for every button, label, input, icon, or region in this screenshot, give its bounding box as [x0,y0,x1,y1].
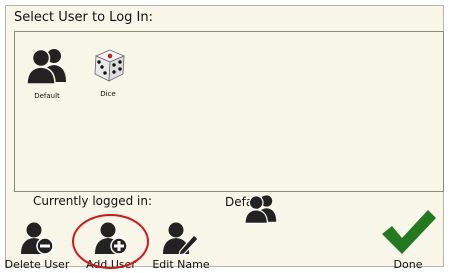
currently-logged-in-label: Currently logged in: [33,194,153,208]
done-button[interactable]: Done [376,206,440,271]
edit-name-button[interactable]: Edit Name [148,221,214,271]
delete-user-button[interactable]: Delete User [4,221,70,271]
edit-name-label: Edit Name [152,258,210,271]
user-item-dice[interactable]: Dice [76,44,140,98]
user-item-label: Default [34,92,60,100]
delete-user-label: Delete User [4,258,70,271]
highlight-circle [72,214,149,269]
current-user-icon [242,193,280,229]
user-item-default[interactable]: Default [15,46,79,100]
user-icon [25,48,69,90]
delete-user-icon [19,222,55,258]
user-item-label: Dice [100,90,116,98]
dice-icon [88,49,128,88]
user-list: Default Dice [14,31,444,192]
edit-name-icon [163,222,199,258]
dialog-title: Select User to Log In: [14,10,153,25]
